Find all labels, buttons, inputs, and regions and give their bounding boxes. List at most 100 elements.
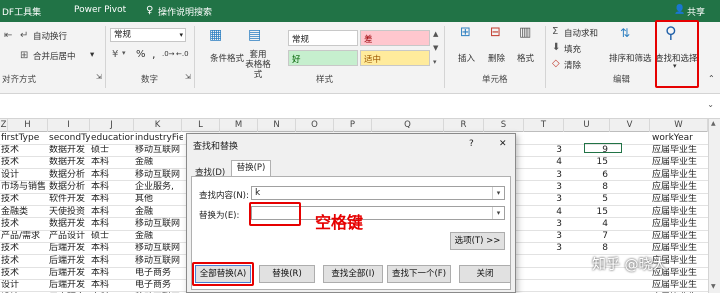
cell-first-type[interactable]: 技术 (1, 156, 49, 168)
find-next-button[interactable]: 查找下一个(F) (387, 265, 451, 283)
vertical-scrollbar[interactable]: ▲ ▼ (708, 119, 720, 293)
cell-work-year[interactable]: 应届毕业生 (652, 206, 708, 218)
cell-work-year[interactable]: 应届毕业生 (652, 193, 708, 205)
col-header[interactable]: M (220, 119, 258, 132)
cell-col-u[interactable]: 7 (564, 230, 608, 242)
cell-work-year[interactable]: 应届毕业生 (652, 144, 708, 156)
col-header[interactable]: K (134, 119, 182, 132)
cell-first-type[interactable]: 产品/需求 (1, 230, 49, 242)
cell-first-type[interactable]: 技术 (1, 255, 49, 267)
cell-work-year[interactable]: 应届毕业生 (652, 242, 708, 254)
cell-industry[interactable]: 其他 (135, 193, 183, 205)
cell-first-type[interactable]: 技术 (1, 193, 49, 205)
cell-education[interactable]: 本科 (91, 181, 134, 193)
header-cell-secondtype[interactable]: secondTyp (49, 132, 90, 144)
col-header[interactable]: T (524, 119, 564, 132)
clear-button[interactable]: 清除 (564, 59, 581, 71)
cell-industry[interactable]: 移动互联网 (135, 242, 183, 254)
cell-second-type[interactable]: 数据开发 (49, 144, 90, 156)
cell-second-type[interactable]: 后端开发 (49, 255, 90, 267)
cell-industry[interactable]: 移动互联网 (135, 218, 183, 230)
cell-col-u[interactable]: 6 (564, 169, 608, 181)
insert-button[interactable]: 插入 (458, 52, 475, 64)
styles-more-icon[interactable]: ▾ (433, 58, 437, 66)
cell-education[interactable]: 本科 (91, 169, 134, 181)
cell-education[interactable]: 本科 (91, 156, 134, 168)
cell-education[interactable]: 本科 (91, 242, 134, 254)
find-input[interactable]: k ▾ (251, 186, 505, 200)
currency-icon[interactable]: ¥ (112, 49, 118, 60)
fill-button[interactable]: 填充 (564, 43, 581, 55)
options-button[interactable]: 选项(T) >> (450, 232, 505, 250)
percent-button[interactable]: % (136, 49, 146, 60)
cell-second-type[interactable]: 数据分析 (49, 169, 90, 181)
header-cell-firsttype[interactable]: firstType (1, 132, 49, 144)
decrease-decimal-icon[interactable]: ←.0 (176, 50, 189, 58)
dialog-launcher-icon[interactable]: ⇲ (96, 73, 102, 81)
close-icon[interactable]: ✕ (499, 139, 507, 149)
cell-second-type[interactable]: 数据开发 (49, 218, 90, 230)
replace-button[interactable]: 替换(R) (259, 265, 315, 283)
cell-industry[interactable]: 移动互联网 (135, 169, 183, 181)
cell-second-type[interactable]: 产品设计 (49, 230, 90, 242)
cell-industry[interactable]: 移动互联网 (135, 144, 183, 156)
cell-col-t[interactable]: 3 (524, 193, 562, 205)
col-header[interactable]: Q (372, 119, 444, 132)
cell-industry[interactable]: 金融 (135, 156, 183, 168)
style-good[interactable]: 好 (288, 50, 358, 66)
autosum-button[interactable]: 自动求和 (564, 27, 598, 39)
cell-col-u[interactable]: 4 (564, 218, 608, 230)
cell-col-t[interactable]: 4 (524, 206, 562, 218)
header-cell-education[interactable]: education (91, 132, 134, 144)
cell-education[interactable]: 本科 (91, 267, 134, 279)
cell-first-type[interactable]: 设计 (1, 169, 49, 181)
col-header[interactable]: O (296, 119, 334, 132)
cell-col-t[interactable]: 3 (524, 218, 562, 230)
style-normal[interactable]: 常规 (288, 30, 358, 46)
share-button[interactable]: 共享 (687, 5, 705, 18)
tell-me-search[interactable]: 操作说明搜索 (158, 5, 212, 18)
cell-col-u[interactable] (564, 279, 608, 291)
cell-industry[interactable]: 移动互联网 (135, 255, 183, 267)
formula-bar[interactable]: ⌄ (0, 95, 720, 119)
cell-education[interactable]: 本科 (91, 193, 134, 205)
chevron-down-icon[interactable]: ▾ (492, 187, 504, 199)
merge-center-button[interactable]: 合并后居中 (33, 50, 76, 62)
cell-education[interactable]: 本科 (91, 279, 134, 291)
cell-col-u[interactable]: 8 (564, 242, 608, 254)
header-cell-workyear[interactable]: workYear (652, 132, 708, 144)
cell-first-type[interactable]: 技术 (1, 242, 49, 254)
header-cell-industry[interactable]: industryFie (135, 132, 183, 144)
cell-col-t[interactable]: 3 (524, 144, 562, 156)
styles-scroll-down-icon[interactable]: ▼ (433, 44, 438, 52)
cell-first-type[interactable]: 技术 (1, 218, 49, 230)
col-header[interactable]: V (610, 119, 650, 132)
cell-industry[interactable]: 金融 (135, 206, 183, 218)
cell-education[interactable]: 硕士 (91, 230, 134, 242)
cell-work-year[interactable]: 应届毕业生 (652, 169, 708, 181)
col-header[interactable]: L (182, 119, 220, 132)
wrap-text-button[interactable]: 自动换行 (33, 30, 67, 42)
cell-industry[interactable]: 金融 (135, 230, 183, 242)
cell-second-type[interactable]: 后端开发 (49, 242, 90, 254)
cell-col-t[interactable]: 4 (524, 156, 562, 168)
cell-col-t[interactable] (524, 255, 562, 267)
tab-replace[interactable]: 替换(P) (231, 160, 271, 177)
currency-dropdown-icon[interactable]: ▾ (122, 49, 126, 57)
col-header[interactable]: R (444, 119, 484, 132)
number-launcher-icon[interactable]: ⇲ (185, 73, 191, 81)
cell-education[interactable]: 本科 (91, 255, 134, 267)
chevron-down-icon[interactable]: ▾ (492, 207, 504, 219)
cell-work-year[interactable]: 应届毕业生 (652, 279, 708, 291)
style-bad[interactable]: 差 (360, 30, 430, 46)
cell-work-year[interactable]: 应届毕业生 (652, 230, 708, 242)
cell-work-year[interactable]: 应届毕业生 (652, 218, 708, 230)
increase-decimal-icon[interactable]: .0→ (162, 50, 175, 58)
expand-formula-icon[interactable]: ⌄ (707, 100, 714, 109)
cell-first-type[interactable]: 设计 (1, 279, 49, 291)
cell-work-year[interactable]: 应届毕业生 (652, 181, 708, 193)
cell-second-type[interactable]: 数据分析 (49, 181, 90, 193)
format-button[interactable]: 格式 (517, 52, 534, 64)
cell-col-t[interactable]: 3 (524, 230, 562, 242)
tab-power-pivot[interactable]: Power Pivot (74, 5, 126, 15)
